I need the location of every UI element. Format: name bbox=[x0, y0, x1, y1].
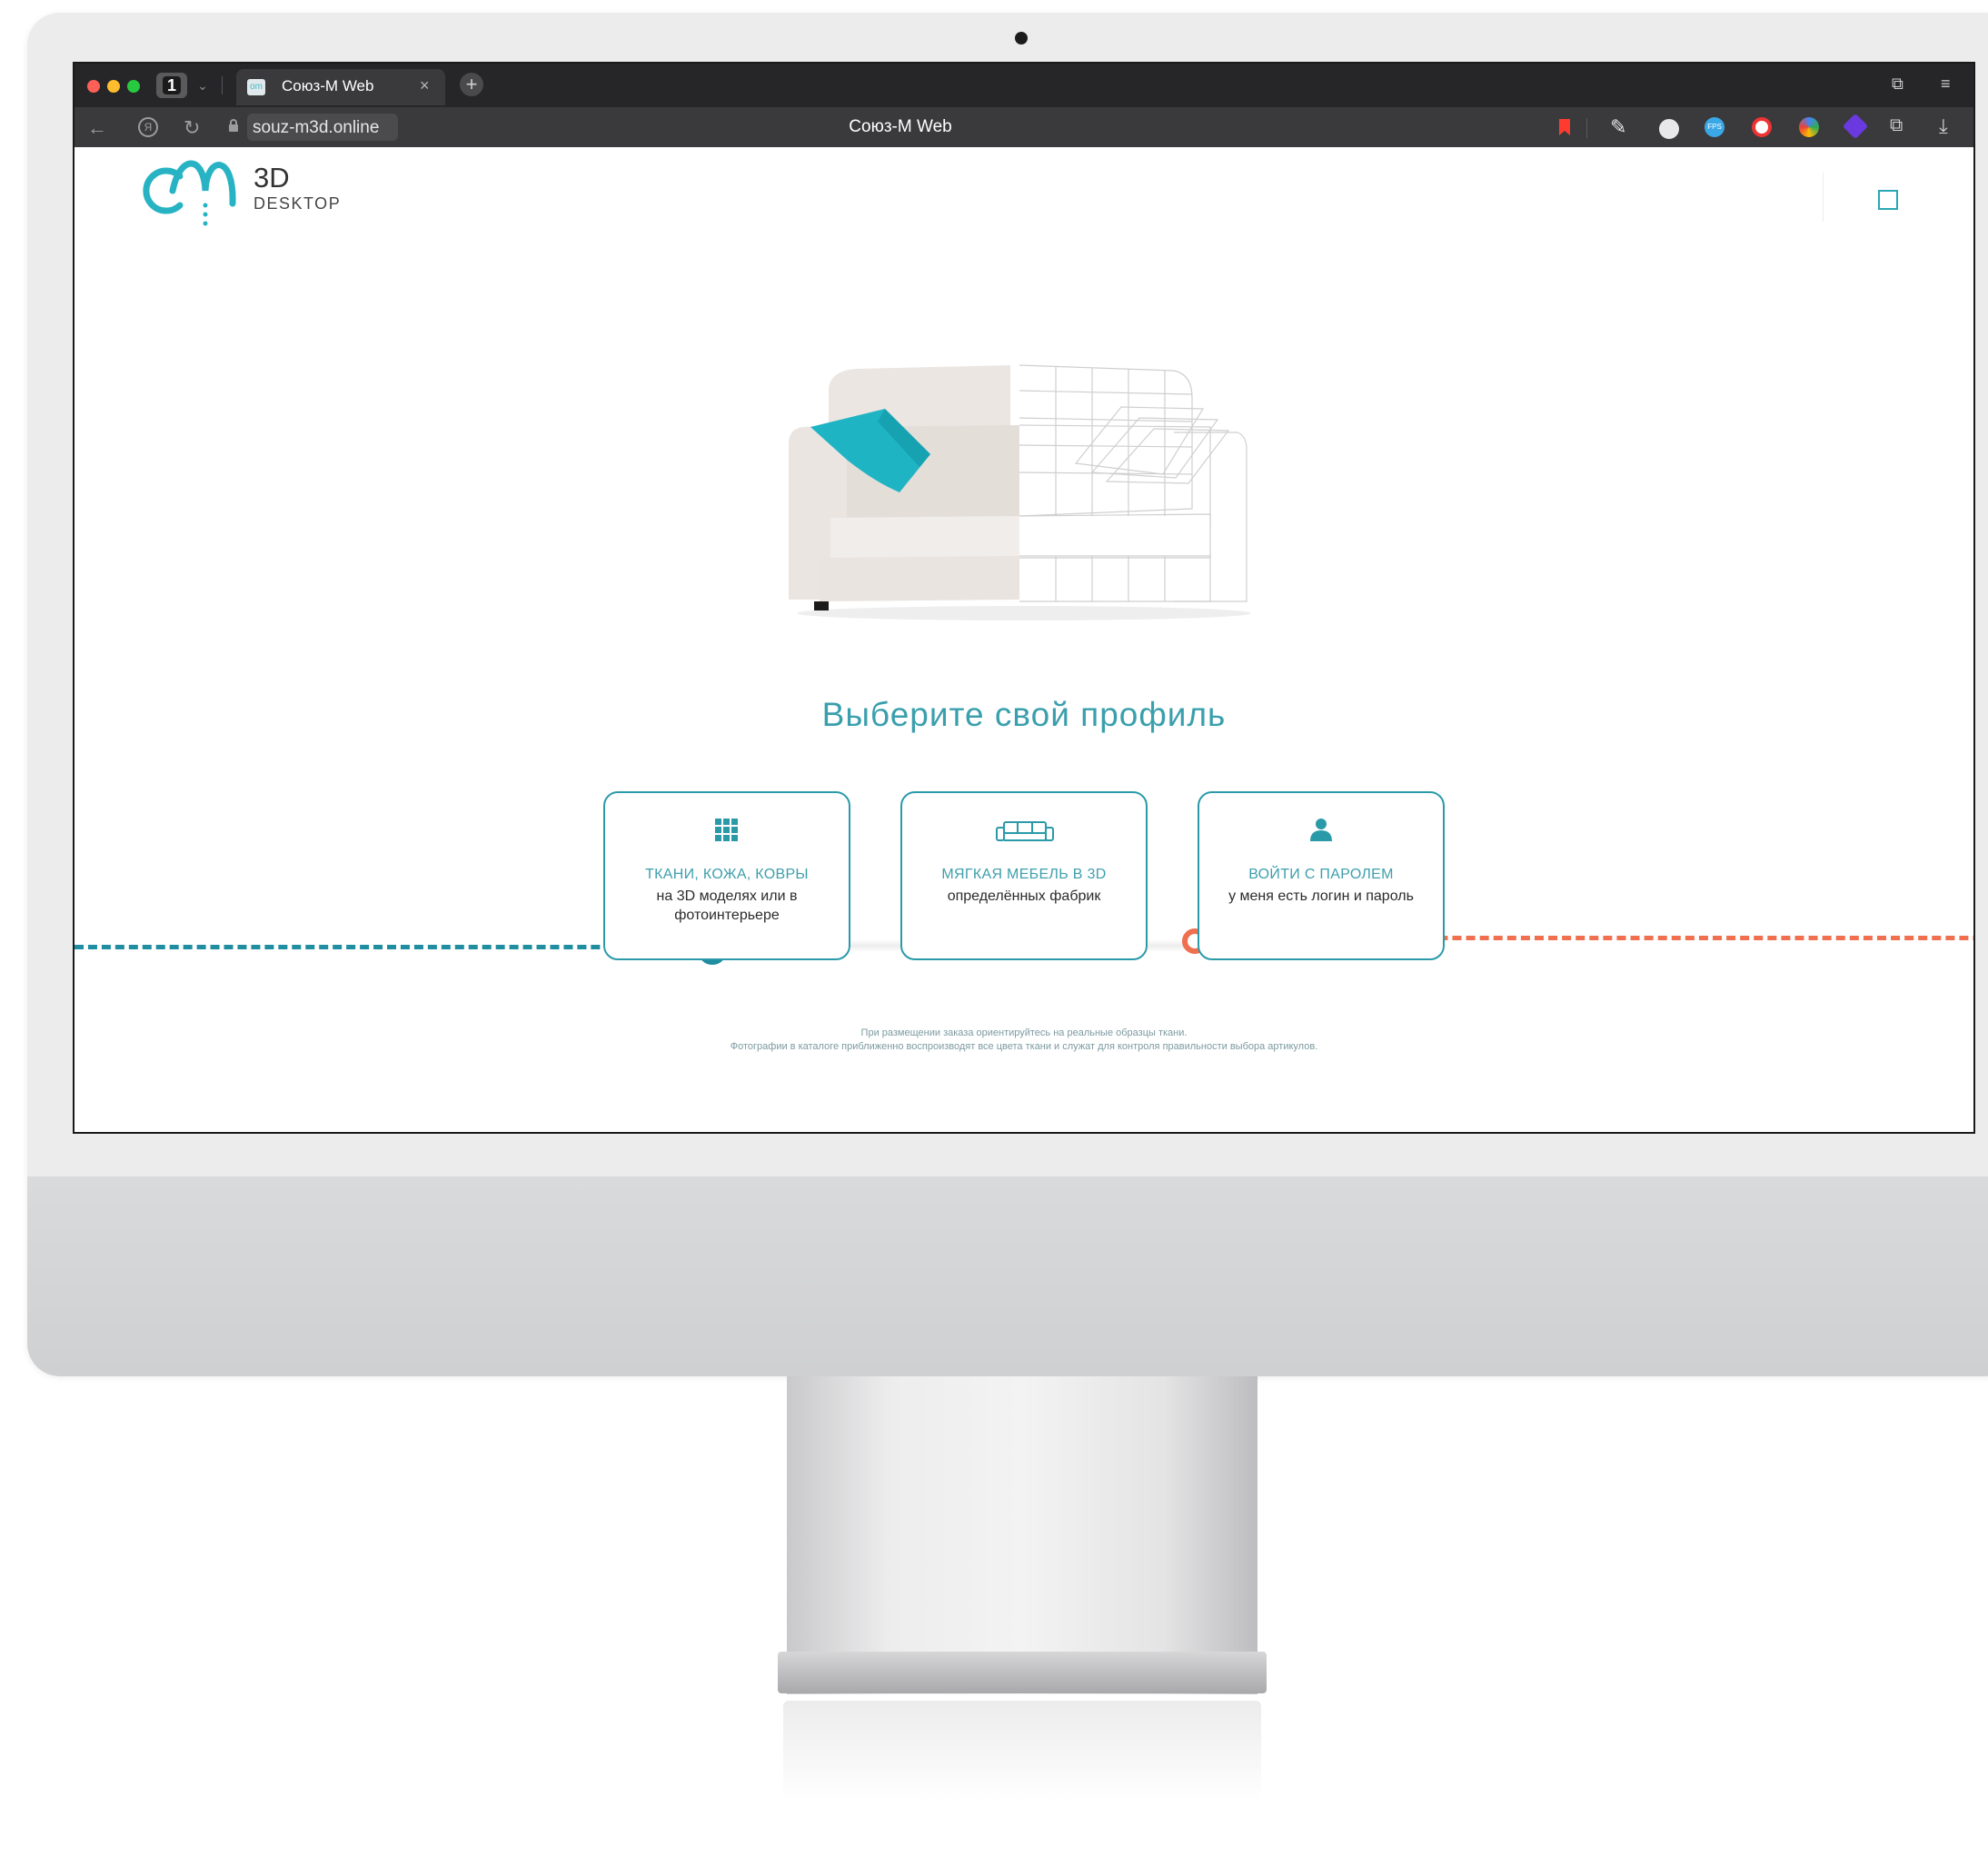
close-window-button[interactable] bbox=[87, 80, 100, 93]
card-title: ТКАНИ, КОЖА, КОВРЫ bbox=[645, 867, 809, 882]
profile-card-login[interactable]: ВОЙТИ С ПАРОЛЕМ у меня есть логин и паро… bbox=[1198, 791, 1445, 960]
imac-chin bbox=[27, 1176, 1988, 1376]
header-divider bbox=[1823, 173, 1824, 222]
fps-extension-icon[interactable]: FPS bbox=[1705, 117, 1725, 137]
download-icon[interactable]: ⤓ bbox=[1939, 114, 1948, 138]
extensions-icon[interactable]: ⧉ bbox=[1890, 115, 1903, 136]
new-tab-button[interactable]: + bbox=[460, 73, 483, 96]
camera-dot bbox=[1015, 32, 1028, 45]
tabs-panel-icon[interactable]: ⧉ bbox=[1892, 74, 1904, 94]
profile-card-fabrics[interactable]: ТКАНИ, КОЖА, КОВРЫ на 3D моделях или в ф… bbox=[603, 791, 850, 960]
sofa-icon bbox=[996, 821, 1054, 841]
record-extension-icon[interactable] bbox=[1752, 117, 1772, 137]
user-icon bbox=[1310, 819, 1332, 841]
imac-stand bbox=[787, 1376, 1257, 1694]
web-page: 3D DESKTOP Выберите свой профиль ТКАНИ, … bbox=[75, 147, 1973, 1132]
chevron-down-icon[interactable]: ⌄ bbox=[193, 74, 213, 96]
menu-square-icon[interactable] bbox=[1878, 190, 1898, 210]
favicon: om bbox=[247, 79, 265, 95]
close-tab-icon[interactable]: × bbox=[420, 76, 430, 95]
card-title: ВОЙТИ С ПАРОЛЕМ bbox=[1248, 867, 1394, 882]
card-subtitle: на 3D моделях или в фотоинтерьере bbox=[656, 888, 798, 923]
logo-3d-text: 3D bbox=[253, 162, 290, 194]
disclaimer-line-2: Фотографии в каталоге приближенно воспро… bbox=[730, 1041, 1318, 1052]
sofa-illustration bbox=[789, 364, 1251, 620]
imac-stand-foot bbox=[778, 1652, 1267, 1693]
screen: 1 ⌄ om Союз-М Web × + ⧉ ≡ ← Я ↻ souz-m3d… bbox=[73, 62, 1975, 1134]
browser-tab-bar: 1 ⌄ om Союз-М Web × + ⧉ ≡ bbox=[75, 64, 1973, 107]
disclaimer-line-1: При размещении заказа ориентируйтесь на … bbox=[860, 1027, 1188, 1038]
logo-icon[interactable] bbox=[140, 158, 240, 231]
tab-counter: 1 bbox=[163, 76, 181, 94]
profile-card-furniture[interactable]: МЯГКАЯ МЕБЕЛЬ В 3D определённых фабрик bbox=[900, 791, 1148, 960]
grid-icon bbox=[715, 819, 738, 841]
card-subtitle: определённых фабрик bbox=[947, 888, 1101, 904]
toolbar-divider bbox=[1586, 118, 1587, 138]
minimize-window-button[interactable] bbox=[107, 80, 120, 93]
card-subtitle: у меня есть логин и пароль bbox=[1228, 888, 1414, 904]
tab-counter-button[interactable]: 1 bbox=[156, 73, 187, 98]
speed-dial-extension-icon[interactable] bbox=[1657, 117, 1681, 141]
shield-extension-icon[interactable] bbox=[1842, 113, 1869, 140]
logo-desktop-text: DESKTOP bbox=[253, 194, 342, 213]
chrome-extension-icon[interactable] bbox=[1799, 117, 1819, 137]
browser-address-bar: ← Я ↻ souz-m3d.online Союз-М Web ✎ FPS ⧉… bbox=[75, 107, 1973, 147]
address-page-title: Союз-М Web bbox=[849, 117, 952, 136]
tab-divider bbox=[222, 76, 223, 94]
tab-title: Союз-М Web bbox=[282, 77, 374, 94]
disclaimer: При размещении заказа ориентируйтесь на … bbox=[75, 1027, 1973, 1054]
profile-headline: Выберите свой профиль bbox=[821, 696, 1227, 733]
menu-icon[interactable]: ≡ bbox=[1941, 74, 1951, 94]
stand-reflection bbox=[783, 1701, 1261, 1801]
card-title: МЯГКАЯ МЕБЕЛЬ В 3D bbox=[941, 867, 1107, 882]
eyedropper-icon[interactable]: ✎ bbox=[1610, 115, 1626, 139]
zoom-window-button[interactable] bbox=[127, 80, 140, 93]
browser-tab[interactable]: om Союз-М Web × bbox=[236, 69, 445, 105]
